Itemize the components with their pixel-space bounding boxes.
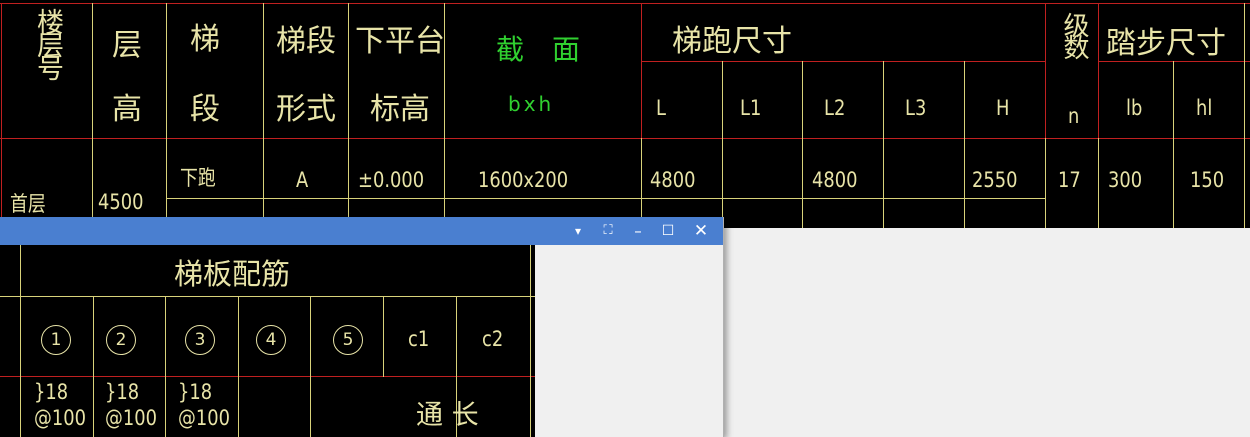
rebar-col-c2: c2 xyxy=(482,327,504,351)
header-flight-type-2: 形式 xyxy=(276,92,336,127)
column-line xyxy=(92,3,93,228)
rebar-cell-3: }18 @100 xyxy=(178,380,230,430)
column-line xyxy=(964,61,965,228)
rebar-no-1-circle: 1 xyxy=(41,325,71,355)
rebar-no-4-circle: 4 xyxy=(256,325,286,355)
header-run-size: 梯跑尺寸 xyxy=(672,24,792,59)
header-tread-size: 踏步尺寸 xyxy=(1106,26,1226,61)
rebar-through-label: 通 长 xyxy=(416,400,479,431)
rebar-col-c1: c1 xyxy=(408,327,430,351)
column-line xyxy=(20,245,21,437)
header-section: 截 面 xyxy=(496,33,581,66)
cell-L: 4800 xyxy=(650,168,696,192)
column-line xyxy=(348,3,349,228)
column-line xyxy=(238,297,239,437)
run-size-subheader-line xyxy=(641,61,1045,62)
header-col-hl: hl xyxy=(1196,96,1213,120)
column-line xyxy=(166,3,167,228)
column-line xyxy=(530,245,531,437)
column-line xyxy=(93,297,94,437)
header-steps-sub: n xyxy=(1068,104,1080,128)
column-line xyxy=(1244,3,1245,228)
title-divider-line xyxy=(0,296,535,297)
column-line xyxy=(641,138,642,228)
column-line xyxy=(263,3,264,228)
header-col-L1: L1 xyxy=(740,96,762,120)
header-col-L2: L2 xyxy=(824,96,846,120)
column-line xyxy=(641,3,642,138)
cell-flight: 下跑 xyxy=(180,166,216,190)
header-story-height-2: 高 xyxy=(112,92,142,127)
header-landing-elev-2: 标高 xyxy=(370,92,430,127)
header-flight-2: 段 xyxy=(190,92,220,127)
cell-lb: 300 xyxy=(1108,168,1143,192)
column-line xyxy=(1045,3,1046,138)
fullscreen-button[interactable]: ⛶ xyxy=(597,220,619,242)
header-col-L3: L3 xyxy=(905,96,927,120)
row-divider-line xyxy=(166,198,1046,199)
cell-height: 4500 xyxy=(98,190,144,214)
header-flight-type-1: 梯段 xyxy=(276,24,336,59)
header-col-lb: lb xyxy=(1126,96,1143,120)
cell-hl: 150 xyxy=(1190,168,1225,192)
column-line xyxy=(1098,138,1099,228)
rebar-cell-1: }18 @100 xyxy=(34,380,86,430)
header-col-H: H xyxy=(996,96,1010,120)
rebar-no-5-circle: 5 xyxy=(333,325,363,355)
column-line xyxy=(883,61,884,228)
header-steps: 级数 xyxy=(1059,12,1089,56)
table-border-left xyxy=(1,3,2,228)
header-floor-no: 楼层号 xyxy=(32,8,63,77)
cell-n: 17 xyxy=(1058,168,1081,192)
column-line xyxy=(1173,61,1174,228)
column-line xyxy=(1045,138,1046,228)
close-button[interactable]: ✕ xyxy=(690,220,712,242)
cell-L2: 4800 xyxy=(812,168,858,192)
rebar-no-3-circle: 3 xyxy=(185,325,215,355)
column-line xyxy=(722,61,723,228)
cell-elev: ±0.000 xyxy=(358,168,425,192)
dropdown-menu-button[interactable]: ▾ xyxy=(567,220,589,242)
minimize-button[interactable]: – xyxy=(627,220,649,242)
table-border-top xyxy=(0,3,1250,4)
cell-floor: 首层 xyxy=(10,192,46,216)
header-landing-elev-1: 下平台 xyxy=(355,24,445,59)
header-flight-1: 梯 xyxy=(190,22,220,57)
column-line xyxy=(1098,3,1099,138)
cad-drawing-canvas[interactable]: 楼层号 层 高 梯 段 梯段 形式 下平台 标高 截 面 bxh 梯跑尺寸 L … xyxy=(0,0,1250,228)
rebar-title: 梯板配筋 xyxy=(174,257,291,291)
cell-type: A xyxy=(296,168,309,192)
column-line xyxy=(383,297,384,377)
header-bottom-line xyxy=(0,138,1250,139)
column-line xyxy=(802,61,803,228)
header-col-L: L xyxy=(656,96,666,120)
window-title-bar[interactable]: ▾ ⛶ – ☐ ✕ xyxy=(0,217,723,245)
cell-section: 1600x200 xyxy=(478,168,569,192)
column-line xyxy=(165,297,166,437)
header-story-height-1: 层 xyxy=(112,28,142,63)
rebar-no-2-circle: 2 xyxy=(106,325,136,355)
column-line xyxy=(310,297,311,437)
rebar-cell-2: }18 @100 xyxy=(105,380,157,430)
maximize-button[interactable]: ☐ xyxy=(657,220,679,242)
header-divider-line xyxy=(0,376,535,377)
rebar-drawing-canvas[interactable]: 梯板配筋 1 2 3 4 5 c1 c2 }18 @100 }18 @100 }… xyxy=(0,245,535,437)
cell-H: 2550 xyxy=(972,168,1018,192)
floating-view-window[interactable]: ▾ ⛶ – ☐ ✕ 梯板配筋 1 2 3 4 5 c1 c2 }18 @100 … xyxy=(0,217,724,437)
header-section-sub: bxh xyxy=(508,92,555,116)
